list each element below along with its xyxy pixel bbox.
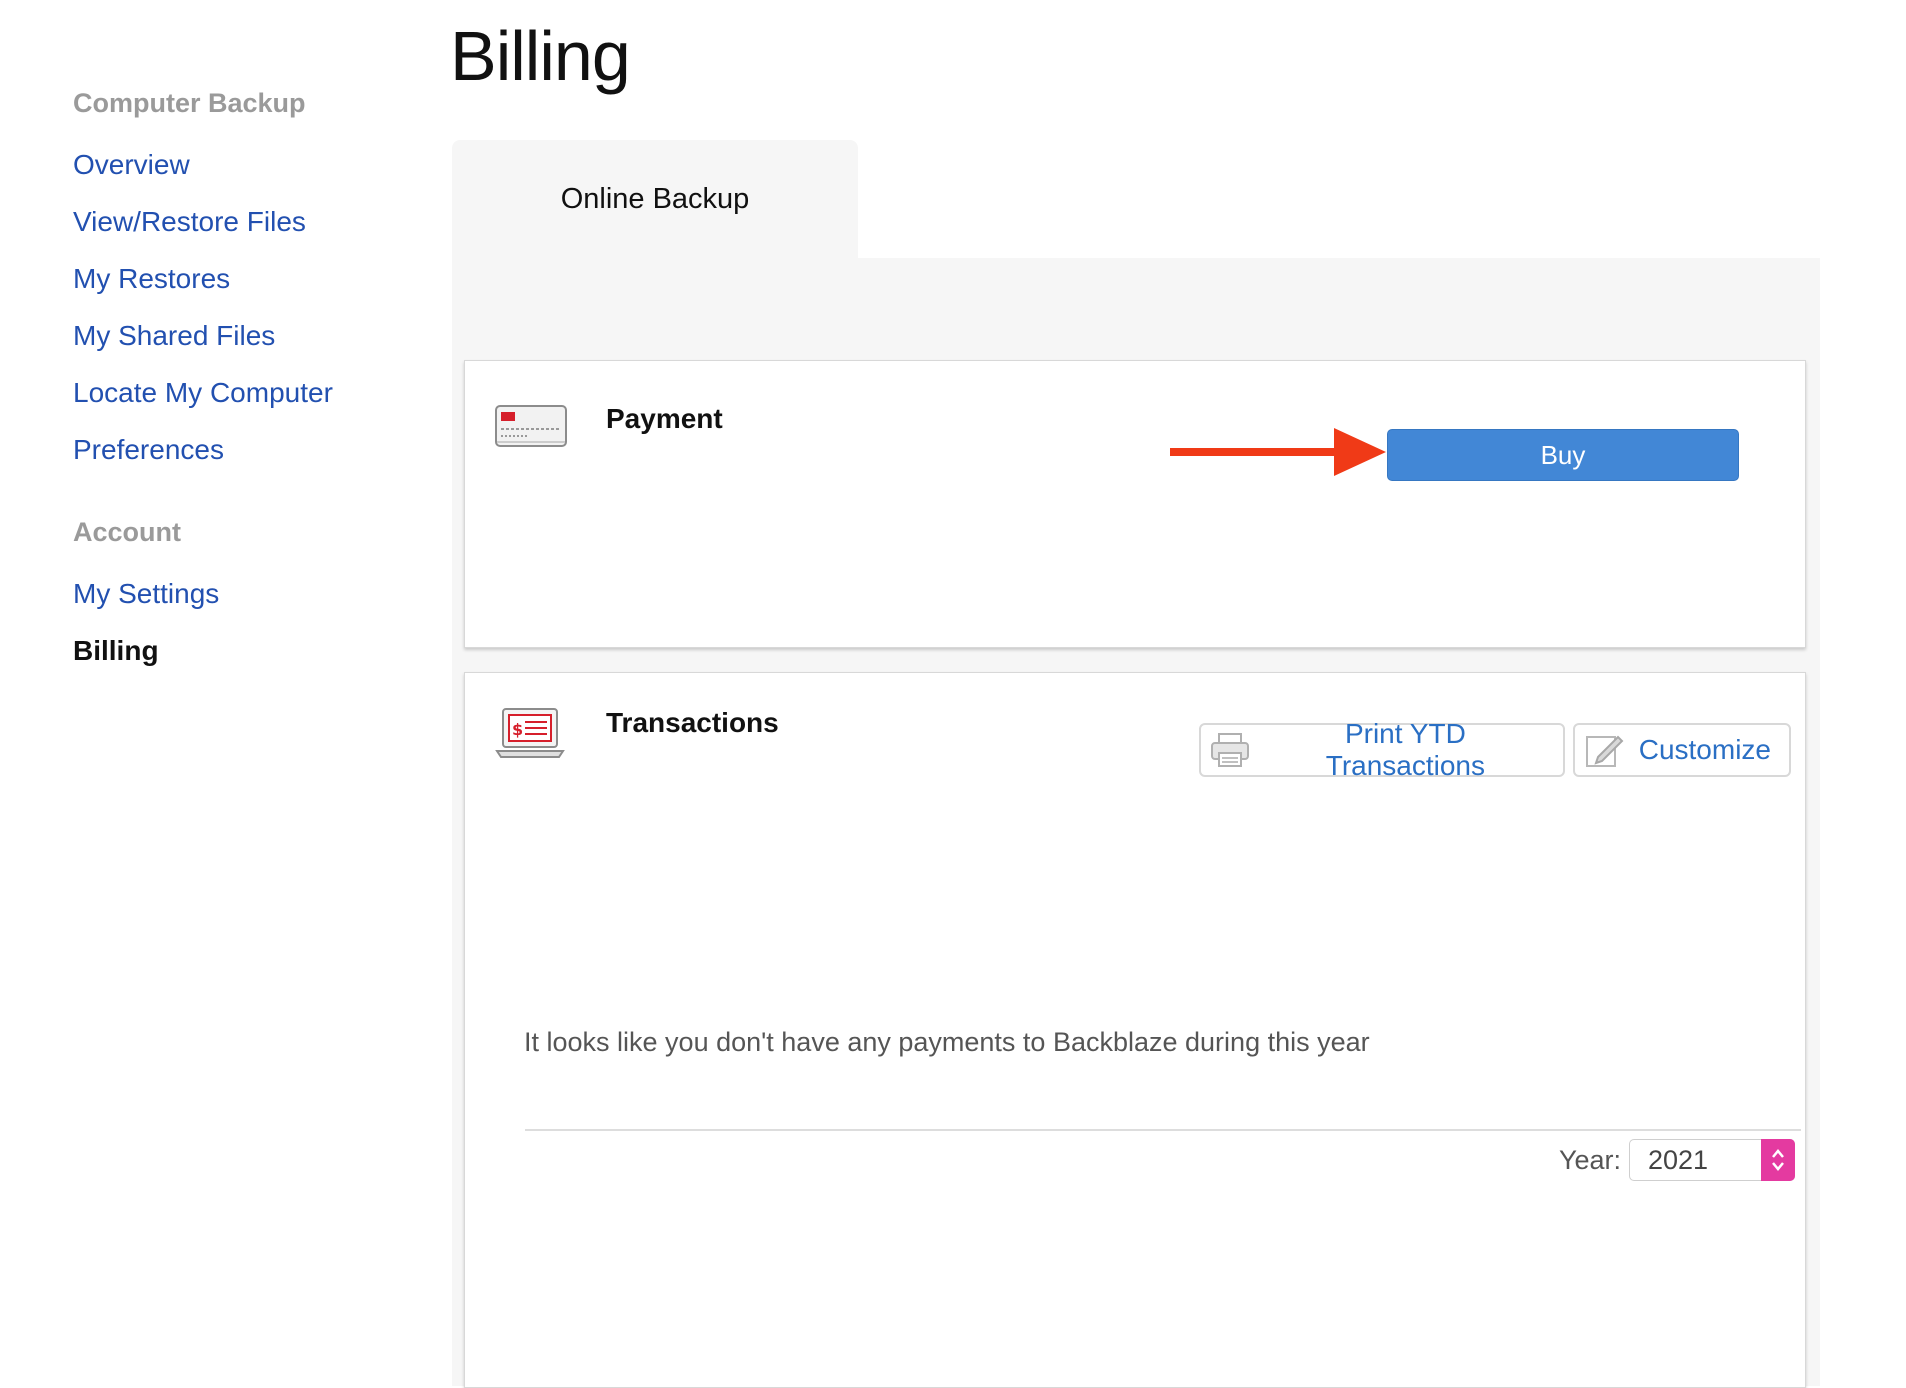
- empty-transactions-message: It looks like you don't have any payment…: [524, 1027, 1370, 1057]
- payment-title: Payment: [606, 403, 723, 434]
- print-ytd-label: Print YTD Transactions: [1325, 718, 1485, 781]
- sidebar-list: Overview View/Restore Files My Restores …: [73, 148, 413, 467]
- sidebar-group-computer-backup: Computer Backup Overview View/Restore Fi…: [73, 86, 413, 467]
- sidebar-item-my-shared-files[interactable]: My Shared Files: [73, 319, 413, 353]
- sidebar-heading: Account: [73, 517, 181, 547]
- buy-button[interactable]: Buy: [1387, 429, 1739, 481]
- edit-pencil-icon: [1583, 730, 1625, 770]
- sidebar-item-preferences[interactable]: Preferences: [73, 433, 413, 467]
- page-title: Billing: [450, 17, 631, 95]
- printer-icon: [1209, 730, 1252, 770]
- svg-text:$: $: [512, 720, 523, 739]
- print-ytd-transactions-button[interactable]: Print YTD Transactions: [1199, 718, 1565, 781]
- sidebar-heading: Computer Backup: [73, 88, 306, 118]
- laptop-invoice-icon: $: [495, 707, 565, 764]
- sidebar-item-my-settings[interactable]: My Settings: [73, 577, 413, 611]
- sidebar-list: My Settings Billing: [73, 577, 413, 668]
- year-label: Year:: [1558, 1144, 1621, 1175]
- customize-label: Customize: [1638, 734, 1771, 765]
- customize-button[interactable]: Customize: [1573, 723, 1791, 777]
- payment-card: Payment Buy: [464, 360, 1806, 648]
- sidebar-item-my-restores[interactable]: My Restores: [73, 262, 413, 296]
- sidebar-item-overview[interactable]: Overview: [73, 148, 413, 182]
- transactions-card: $ Transactions Print YTD Transactions Cu…: [464, 672, 1806, 1388]
- year-select[interactable]: 2021: [1629, 1139, 1795, 1181]
- sidebar-item-locate-my-computer[interactable]: Locate My Computer: [73, 376, 413, 410]
- tab-online-backup[interactable]: Online Backup: [452, 140, 858, 258]
- year-select-value: 2021: [1648, 1144, 1709, 1175]
- select-stepper-icon[interactable]: [1761, 1139, 1795, 1181]
- sidebar-item-view-restore-files[interactable]: View/Restore Files: [73, 205, 413, 239]
- divider: [525, 1129, 1801, 1131]
- sidebar-group-account: Account My Settings Billing: [73, 515, 413, 668]
- credit-card-icon: [495, 405, 567, 452]
- year-filter: Year: 2021: [1559, 1139, 1795, 1181]
- transactions-title: Transactions: [606, 707, 779, 738]
- sidebar-item-billing[interactable]: Billing: [73, 634, 413, 668]
- sidebar: Computer Backup Overview View/Restore Fi…: [73, 86, 413, 691]
- annotation-arrow: [1170, 428, 1386, 476]
